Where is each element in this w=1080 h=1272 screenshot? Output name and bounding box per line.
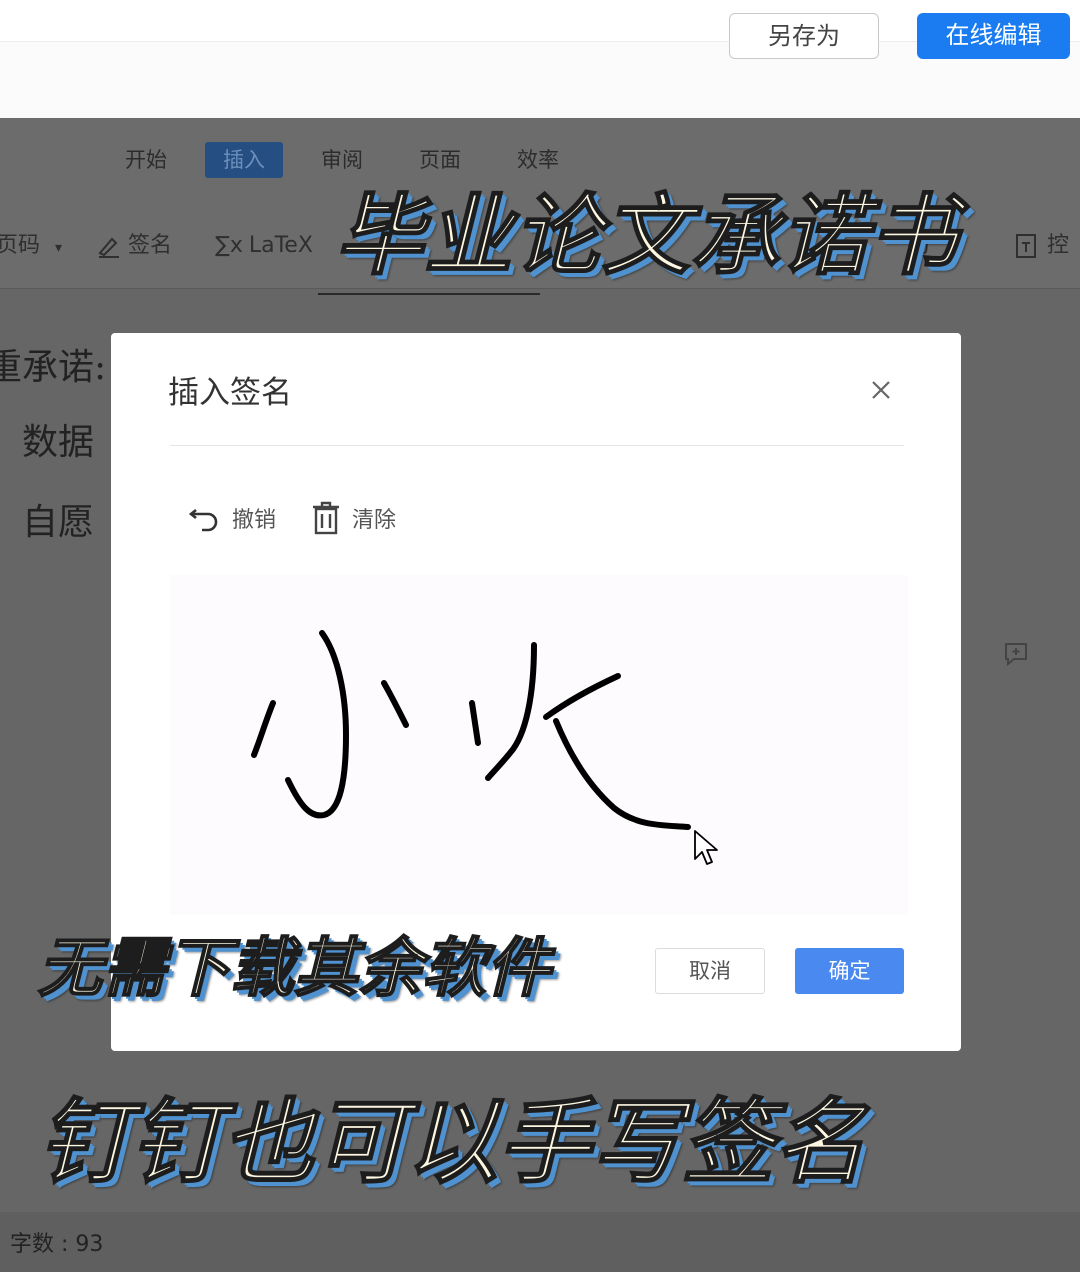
latex-label: LaTeX bbox=[248, 233, 313, 258]
signature-label: 签名 bbox=[128, 233, 173, 258]
control-label: 控 bbox=[1047, 233, 1070, 258]
trash-icon bbox=[313, 501, 339, 535]
document-line-voluntary: 自愿 bbox=[22, 502, 95, 543]
sigma-x-icon: ∑x bbox=[215, 233, 243, 258]
control-tool[interactable]: 控 bbox=[1015, 226, 1069, 266]
document-line-promise: 重承诺: bbox=[0, 347, 107, 388]
signature-strokes bbox=[251, 630, 691, 830]
signature-tool[interactable]: 签名 bbox=[96, 226, 172, 266]
clear-button[interactable]: 清除 bbox=[310, 498, 396, 538]
save-as-button[interactable]: 另存为 bbox=[729, 13, 879, 59]
signature-pen-icon bbox=[98, 237, 119, 258]
undo-icon bbox=[188, 508, 218, 532]
latex-tool[interactable]: ∑x LaTeX bbox=[215, 226, 313, 266]
cancel-button[interactable]: 取消 bbox=[655, 948, 765, 994]
overlay-subtitle-caption: 无需下载其余软件 bbox=[37, 931, 551, 1007]
page-number-label: 页码 bbox=[0, 233, 41, 258]
status-bar bbox=[0, 1212, 1080, 1272]
tab-insert[interactable]: 插入 bbox=[205, 142, 283, 178]
dialog-title: 插入签名 bbox=[168, 375, 292, 411]
tab-start[interactable]: 开始 bbox=[107, 142, 185, 178]
word-count: 字数 : 93 bbox=[10, 1232, 104, 1257]
document-icon bbox=[1016, 234, 1036, 258]
comment-icon[interactable] bbox=[1003, 641, 1029, 667]
close-icon[interactable] bbox=[866, 375, 896, 405]
chevron-down-icon: ▾ bbox=[55, 240, 63, 256]
confirm-button[interactable]: 确定 bbox=[795, 948, 904, 994]
clear-label: 清除 bbox=[352, 508, 397, 533]
document-line-data: 数据 bbox=[22, 422, 95, 463]
mouse-cursor-icon bbox=[694, 830, 718, 865]
overlay-main-caption: 钉钉也可以手写签名 bbox=[37, 1088, 867, 1197]
overlay-title-caption: 毕业论文承诺书 bbox=[334, 183, 959, 288]
online-edit-button[interactable]: 在线编辑 bbox=[917, 13, 1070, 59]
page-number-tool[interactable]: 页码 ▾ bbox=[0, 226, 62, 266]
undo-button[interactable]: 撤销 bbox=[188, 498, 276, 538]
undo-label: 撤销 bbox=[232, 508, 277, 533]
document-blank-line bbox=[318, 293, 540, 295]
dialog-divider bbox=[170, 445, 904, 446]
